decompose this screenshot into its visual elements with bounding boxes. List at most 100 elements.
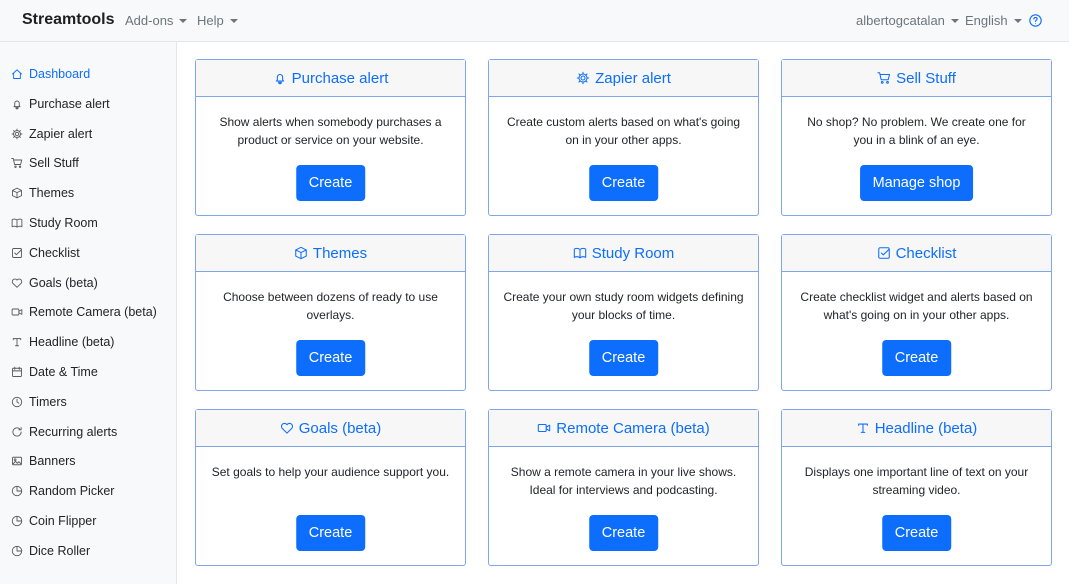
card-description: Create your own study room widgets defin…: [503, 290, 744, 322]
sidebar-item-label: Timers: [29, 394, 67, 409]
card-description: No shop? No problem. We create one for y…: [807, 115, 1026, 147]
box-icon: [295, 246, 307, 260]
sidebar-item[interactable]: Purchase alert: [0, 89, 177, 119]
box-icon: [12, 187, 22, 199]
addons-label: Add-ons: [125, 13, 174, 28]
camera-video-icon: [11, 308, 23, 316]
sidebar-item[interactable]: Study Room: [0, 208, 177, 238]
card-title: Goals (beta): [298, 419, 382, 437]
image-icon: [12, 457, 22, 466]
pie-chart-icon: [11, 515, 23, 527]
sidebar-item[interactable]: Date & Time: [0, 357, 177, 387]
card-header: Headline (beta): [782, 410, 1051, 447]
sidebar-item[interactable]: Coin Flipper: [0, 506, 177, 536]
top-navbar: Streamtools Add-ons Help albertogcatalan…: [0, 0, 1069, 42]
sidebar-item-label: Banners: [29, 454, 76, 469]
sidebar-item[interactable]: Random Picker: [0, 476, 177, 506]
chevron-down-icon: [1013, 19, 1022, 23]
sidebar-item-label: Coin Flipper: [29, 514, 97, 528]
book-icon: [11, 218, 23, 228]
sidebar-item[interactable]: Dashboard: [0, 59, 177, 89]
card-action-button[interactable]: Create: [588, 340, 659, 376]
card-action-button[interactable]: Create: [881, 340, 952, 376]
gear-icon: [576, 71, 590, 85]
sidebar-item-label: Checklist: [29, 245, 80, 260]
feature-card: Headline (beta) Displays one important li…: [781, 409, 1052, 566]
card-header: Checklist: [782, 235, 1051, 272]
card-description: Set goals to help your audience support …: [211, 465, 450, 479]
card-title: Sell Stuff: [896, 69, 956, 87]
feature-card: Zapier alert Create custom alerts based o…: [488, 59, 759, 216]
card-header: Zapier alert: [489, 60, 758, 97]
chevron-down-icon: [229, 19, 238, 23]
card-action-button[interactable]: Create: [295, 515, 366, 551]
addons-dropdown[interactable]: Add-ons: [125, 13, 188, 28]
sidebar-item-label: Zapier alert: [29, 126, 93, 141]
card-action-button[interactable]: Manage shop: [859, 165, 974, 201]
cart-icon: [11, 158, 23, 169]
sidebar-item[interactable]: Checklist: [0, 238, 177, 268]
brand-logo[interactable]: Streamtools: [22, 11, 114, 29]
card-header: Purchase alert: [196, 60, 465, 97]
user-dropdown[interactable]: albertogcatalan: [856, 13, 959, 28]
sidebar-item-label: Sell Stuff: [29, 156, 79, 171]
card-title: Checklist: [895, 244, 957, 262]
feature-card: Goals (beta) Set goals to help your audie…: [195, 409, 466, 566]
feature-card: Purchase alert Show alerts when somebody …: [195, 59, 466, 216]
sidebar-item[interactable]: Dice Roller: [0, 536, 177, 566]
card-header: Themes: [196, 235, 465, 272]
gear-icon: [11, 128, 23, 139]
heart-icon: [11, 278, 23, 288]
card-action-button[interactable]: Create: [588, 515, 659, 551]
sidebar-item-label: Date & Time: [29, 365, 98, 379]
sidebar-item[interactable]: Timers: [0, 387, 177, 417]
user-label: albertogcatalan: [856, 13, 945, 28]
card-title: Purchase alert: [291, 69, 389, 87]
sidebar-item[interactable]: Goals (beta): [0, 268, 177, 298]
sidebar-item[interactable]: Banners: [0, 446, 177, 476]
feature-card: Themes Choose between dozens of ready to …: [195, 234, 466, 391]
cart-icon: [877, 72, 891, 84]
clock-icon: [11, 396, 23, 407]
sidebar-item-label: Themes: [29, 186, 75, 201]
sidebar: Dashboard Purchase alert Zapier alert Sell …: [0, 42, 177, 584]
card-action-button[interactable]: Create: [295, 340, 366, 376]
card-action-button[interactable]: Create: [588, 165, 659, 201]
help-dropdown[interactable]: Help: [197, 13, 238, 28]
card-action-button[interactable]: Create: [881, 515, 952, 551]
calendar-icon: [12, 366, 22, 377]
card-description: Show a remote camera in your live shows.…: [510, 465, 737, 497]
language-dropdown[interactable]: English: [965, 13, 1022, 28]
sidebar-item[interactable]: Themes: [0, 178, 177, 208]
check-square-icon: [12, 247, 22, 258]
sidebar-item-label: Dashboard: [29, 67, 91, 81]
pie-chart-icon: [11, 545, 23, 556]
card-title: Study Room: [591, 244, 675, 262]
card-description: Show alerts when somebody purchases a pr…: [219, 115, 442, 147]
sidebar-item[interactable]: Zapier alert: [0, 119, 177, 149]
card-header: Sell Stuff: [782, 60, 1051, 97]
question-circle-icon[interactable]: [1029, 14, 1042, 27]
chevron-down-icon: [950, 19, 959, 23]
feature-card: Sell Stuff No shop? No problem. We create…: [781, 59, 1052, 216]
card-description: Create checklist widget and alerts based…: [800, 290, 1033, 322]
card-title: Zapier alert: [595, 69, 671, 87]
type-icon: [857, 423, 868, 433]
feature-card: Checklist Create checklist widget and ale…: [781, 234, 1052, 391]
type-icon: [12, 338, 22, 347]
sidebar-item[interactable]: Recurring alerts: [0, 417, 177, 447]
book-icon: [573, 247, 586, 259]
sidebar-item-label: Study Room: [29, 216, 98, 230]
card-action-button[interactable]: Create: [295, 165, 366, 201]
card-description: Displays one important line of text on y…: [804, 465, 1029, 497]
sidebar-item[interactable]: Sell Stuff: [0, 148, 177, 178]
sidebar-item-label: Goals (beta): [29, 275, 98, 290]
card-header: Study Room: [489, 235, 758, 272]
card-title: Headline (beta): [874, 419, 978, 437]
card-description: Choose between dozens of ready to use ov…: [223, 290, 438, 322]
card-header: Goals (beta): [196, 410, 465, 447]
card-header: Remote Camera (beta): [489, 410, 758, 447]
card-title: Remote Camera (beta): [556, 419, 710, 437]
sidebar-item[interactable]: Remote Camera (beta): [0, 297, 177, 327]
sidebar-item[interactable]: Headline (beta): [0, 327, 177, 357]
